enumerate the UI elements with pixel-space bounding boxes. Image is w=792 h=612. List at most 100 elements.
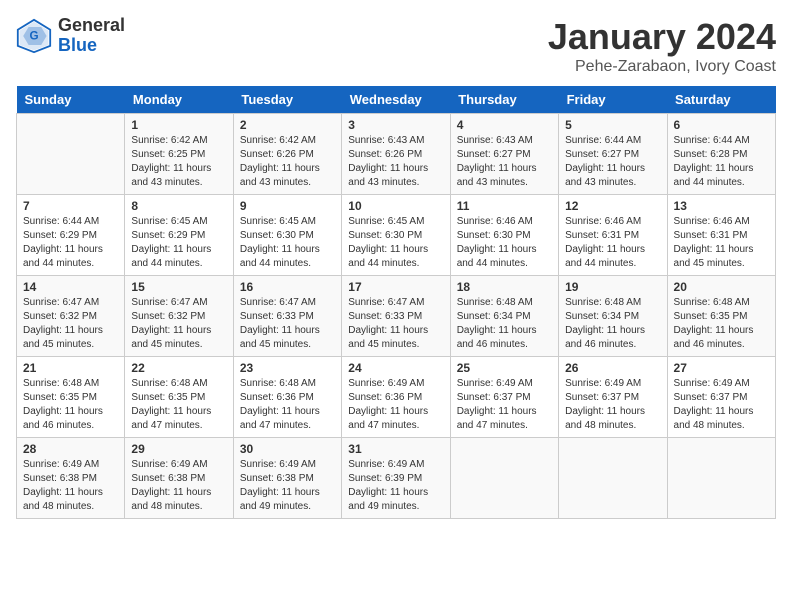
calendar-cell: 4Sunrise: 6:43 AMSunset: 6:27 PMDaylight… [450,114,558,195]
weekday-header-row: SundayMondayTuesdayWednesdayThursdayFrid… [17,86,776,114]
day-number: 12 [565,199,660,213]
cell-info: Sunrise: 6:49 AMSunset: 6:39 PMDaylight:… [348,458,443,514]
logo-text: General Blue [58,16,125,56]
day-number: 16 [240,280,335,294]
calendar-cell: 16Sunrise: 6:47 AMSunset: 6:33 PMDayligh… [233,276,341,357]
day-number: 25 [457,361,552,375]
day-number: 23 [240,361,335,375]
calendar-cell: 12Sunrise: 6:46 AMSunset: 6:31 PMDayligh… [559,195,667,276]
day-number: 31 [348,442,443,456]
cell-info: Sunrise: 6:48 AMSunset: 6:35 PMDaylight:… [23,377,118,433]
calendar-cell: 28 Sunrise: 6:49 AMSunset: 6:38 PMDayligh… [17,438,125,519]
calendar-cell: 26 Sunrise: 6:49 AMSunset: 6:37 PMDayligh… [559,357,667,438]
cell-info: Sunrise: 6:48 AMSunset: 6:36 PMDaylight:… [240,377,335,433]
calendar-cell: 19 Sunrise: 6:48 AMSunset: 6:34 PMDayligh… [559,276,667,357]
weekday-header: Wednesday [342,86,450,114]
calendar-cell [17,114,125,195]
cell-info: Sunrise: 6:48 AMSunset: 6:35 PMDaylight:… [674,296,769,352]
day-number: 11 [457,199,552,213]
cell-info: Sunrise: 6:45 AMSunset: 6:30 PMDaylight:… [240,215,335,271]
day-number: 6 [674,118,769,132]
calendar-cell: 11 Sunrise: 6:46 AMSunset: 6:30 PMDayligh… [450,195,558,276]
cell-info: Sunrise: 6:49 AMSunset: 6:38 PMDaylight:… [23,458,118,514]
calendar-cell: 29 Sunrise: 6:49 AMSunset: 6:38 PMDayligh… [125,438,233,519]
day-number: 21 [23,361,118,375]
day-number: 28 [23,442,118,456]
day-number: 22 [131,361,226,375]
cell-info: Sunrise: 6:49 AMSunset: 6:38 PMDaylight:… [131,458,226,514]
day-number: 14 [23,280,118,294]
calendar-cell: 6 Sunrise: 6:44 AMSunset: 6:28 PMDaylight… [667,114,775,195]
cell-info: Sunrise: 6:48 AMSunset: 6:35 PMDaylight:… [131,377,226,433]
cell-info: Sunrise: 6:47 AMSunset: 6:32 PMDaylight:… [131,296,226,352]
calendar-cell: 8Sunrise: 6:45 AMSunset: 6:29 PMDaylight… [125,195,233,276]
title-block: January 2024 Pehe-Zarabaon, Ivory Coast [548,16,776,76]
logo-blue: Blue [58,36,125,56]
day-number: 4 [457,118,552,132]
day-number: 27 [674,361,769,375]
calendar-cell: 14 Sunrise: 6:47 AMSunset: 6:32 PMDayligh… [17,276,125,357]
day-number: 3 [348,118,443,132]
calendar-cell: 10 Sunrise: 6:45 AMSunset: 6:30 PMDayligh… [342,195,450,276]
day-number: 20 [674,280,769,294]
calendar-cell: 24Sunrise: 6:49 AMSunset: 6:36 PMDayligh… [342,357,450,438]
calendar-cell: 2Sunrise: 6:42 AMSunset: 6:26 PMDaylight… [233,114,341,195]
calendar-cell: 3 Sunrise: 6:43 AMSunset: 6:26 PMDaylight… [342,114,450,195]
cell-info: Sunrise: 6:48 AMSunset: 6:34 PMDaylight:… [457,296,552,352]
calendar-cell: 27 Sunrise: 6:49 AMSunset: 6:37 PMDayligh… [667,357,775,438]
day-number: 5 [565,118,660,132]
day-number: 19 [565,280,660,294]
day-number: 18 [457,280,552,294]
calendar-cell: 9Sunrise: 6:45 AMSunset: 6:30 PMDaylight… [233,195,341,276]
weekday-header: Thursday [450,86,558,114]
logo-general: General [58,16,125,36]
logo: G General Blue [16,16,125,56]
cell-info: Sunrise: 6:49 AMSunset: 6:37 PMDaylight:… [457,377,552,433]
cell-info: Sunrise: 6:46 AMSunset: 6:30 PMDaylight:… [457,215,552,271]
calendar-cell: 13Sunrise: 6:46 AMSunset: 6:31 PMDayligh… [667,195,775,276]
day-number: 17 [348,280,443,294]
calendar-week-row: 7 Sunrise: 6:44 AMSunset: 6:29 PMDaylight… [17,195,776,276]
calendar-week-row: 1 Sunrise: 6:42 AMSunset: 6:25 PMDaylight… [17,114,776,195]
cell-info: Sunrise: 6:42 AMSunset: 6:25 PMDaylight:… [131,134,226,190]
cell-info: Sunrise: 6:45 AMSunset: 6:29 PMDaylight:… [131,215,226,271]
day-number: 10 [348,199,443,213]
calendar-week-row: 14 Sunrise: 6:47 AMSunset: 6:32 PMDayligh… [17,276,776,357]
calendar-table: SundayMondayTuesdayWednesdayThursdayFrid… [16,86,776,519]
cell-info: Sunrise: 6:44 AMSunset: 6:29 PMDaylight:… [23,215,118,271]
calendar-cell: 7 Sunrise: 6:44 AMSunset: 6:29 PMDaylight… [17,195,125,276]
day-number: 1 [131,118,226,132]
cell-info: Sunrise: 6:48 AMSunset: 6:34 PMDaylight:… [565,296,660,352]
cell-info: Sunrise: 6:49 AMSunset: 6:37 PMDaylight:… [674,377,769,433]
page-header: G General Blue January 2024 Pehe-Zarabao… [16,16,776,76]
cell-info: Sunrise: 6:49 AMSunset: 6:38 PMDaylight:… [240,458,335,514]
logo-icon: G [16,18,52,54]
calendar-cell: 25 Sunrise: 6:49 AMSunset: 6:37 PMDayligh… [450,357,558,438]
day-number: 24 [348,361,443,375]
calendar-week-row: 21 Sunrise: 6:48 AMSunset: 6:35 PMDayligh… [17,357,776,438]
calendar-cell: 31 Sunrise: 6:49 AMSunset: 6:39 PMDayligh… [342,438,450,519]
cell-info: Sunrise: 6:49 AMSunset: 6:37 PMDaylight:… [565,377,660,433]
cell-info: Sunrise: 6:47 AMSunset: 6:32 PMDaylight:… [23,296,118,352]
cell-info: Sunrise: 6:43 AMSunset: 6:26 PMDaylight:… [348,134,443,190]
calendar-cell: 15 Sunrise: 6:47 AMSunset: 6:32 PMDayligh… [125,276,233,357]
day-number: 7 [23,199,118,213]
calendar-cell [667,438,775,519]
calendar-cell [450,438,558,519]
weekday-header: Sunday [17,86,125,114]
day-number: 2 [240,118,335,132]
day-number: 26 [565,361,660,375]
weekday-header: Monday [125,86,233,114]
cell-info: Sunrise: 6:44 AMSunset: 6:28 PMDaylight:… [674,134,769,190]
calendar-cell: 1 Sunrise: 6:42 AMSunset: 6:25 PMDaylight… [125,114,233,195]
calendar-cell: 21 Sunrise: 6:48 AMSunset: 6:35 PMDayligh… [17,357,125,438]
cell-info: Sunrise: 6:45 AMSunset: 6:30 PMDaylight:… [348,215,443,271]
calendar-cell: 23 Sunrise: 6:48 AMSunset: 6:36 PMDayligh… [233,357,341,438]
day-number: 29 [131,442,226,456]
calendar-cell: 18 Sunrise: 6:48 AMSunset: 6:34 PMDayligh… [450,276,558,357]
day-number: 15 [131,280,226,294]
day-number: 30 [240,442,335,456]
cell-info: Sunrise: 6:46 AMSunset: 6:31 PMDaylight:… [674,215,769,271]
calendar-cell: 17Sunrise: 6:47 AMSunset: 6:33 PMDayligh… [342,276,450,357]
weekday-header: Friday [559,86,667,114]
